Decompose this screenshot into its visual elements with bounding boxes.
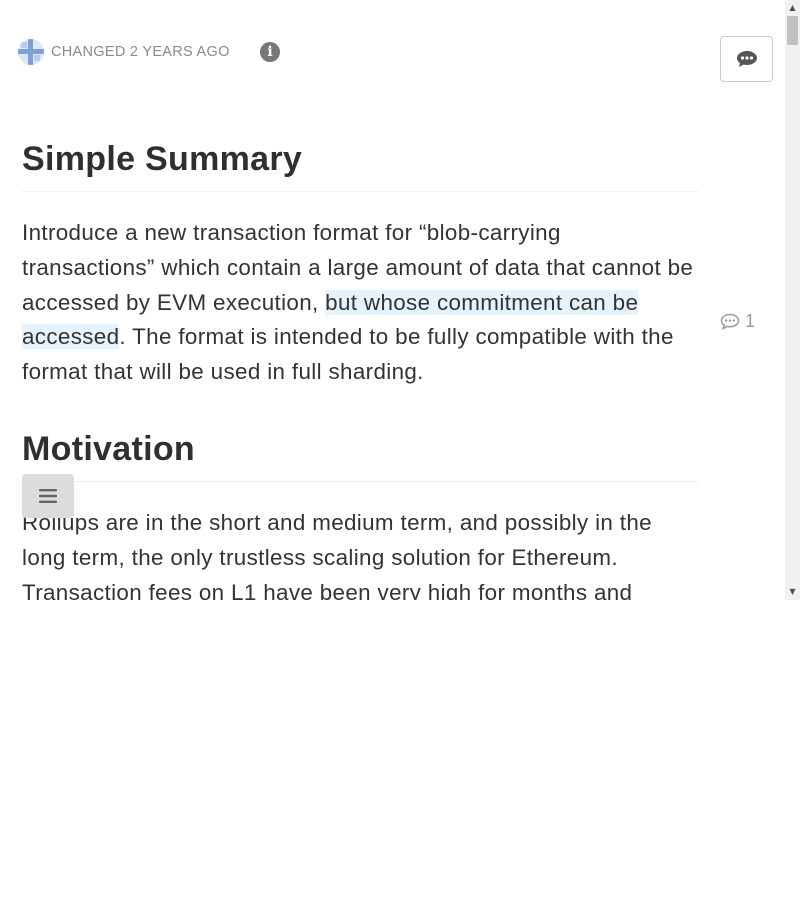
table-of-contents-button[interactable] — [22, 474, 74, 518]
section-heading-motivation: Motivation — [22, 430, 698, 482]
section-paragraph: Rollups are in the short and medium term… — [22, 509, 652, 600]
info-icon[interactable]: i — [260, 42, 280, 62]
change-info: CHANGED 2 YEARS AGO — [18, 38, 230, 65]
inline-comment-count[interactable]: 1 — [720, 311, 755, 332]
section-paragraph: Introduce a new transaction format for “… — [22, 216, 698, 390]
scrollbar-thumb[interactable] — [787, 16, 798, 45]
changed-time[interactable]: CHANGED 2 YEARS AGO — [51, 44, 230, 60]
comment-outline-icon — [720, 313, 740, 330]
comments-button[interactable] — [720, 36, 773, 82]
scroll-up-arrow-icon[interactable]: ▲ — [785, 0, 800, 16]
avatar-icon[interactable] — [18, 38, 44, 65]
comment-count-number: 1 — [745, 311, 756, 331]
hamburger-menu-icon — [39, 489, 57, 503]
scroll-down-arrow-icon[interactable]: ▼ — [785, 584, 800, 600]
paragraph-text: . The format is intended to be fully com… — [22, 324, 674, 385]
document-content: Simple Summary Introduce a new transacti… — [22, 140, 698, 600]
vertical-scrollbar[interactable]: ▲ ▼ — [785, 0, 800, 600]
document-viewport: CHANGED 2 YEARS AGO i Simple Summary Int… — [0, 0, 785, 600]
comment-bubble-icon — [736, 51, 757, 67]
section-heading-simple-summary: Simple Summary — [22, 140, 698, 192]
